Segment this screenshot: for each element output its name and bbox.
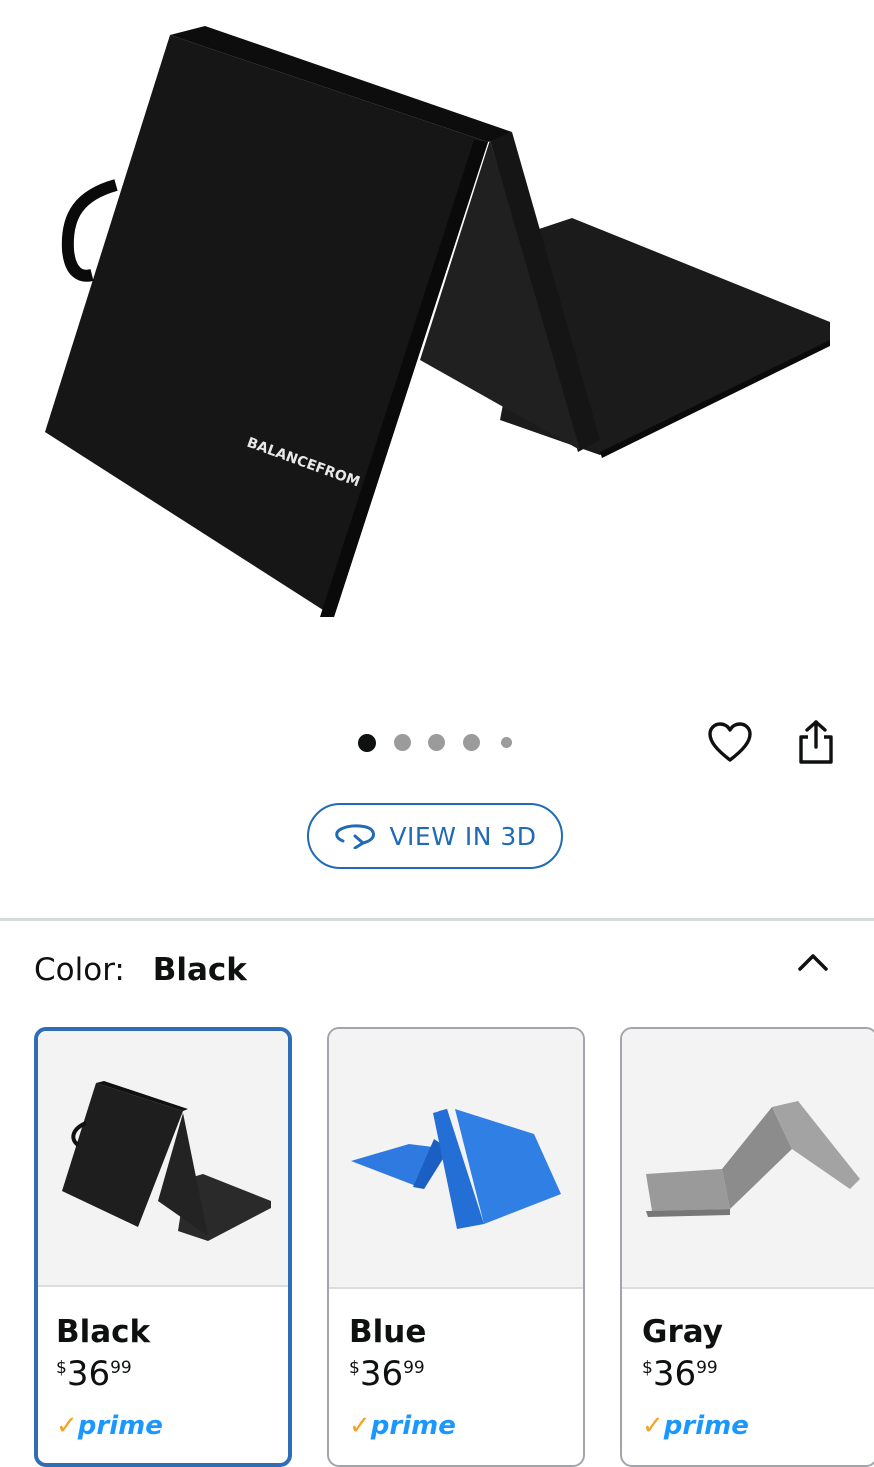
- swatch-image: [622, 1029, 874, 1289]
- page-dot[interactable]: [394, 734, 411, 751]
- color-swatch-gray[interactable]: Gray $3699 ✓prime: [620, 1027, 874, 1467]
- swatch-price: $3699: [642, 1354, 718, 1394]
- page-dot[interactable]: [463, 734, 480, 751]
- favorite-button[interactable]: [704, 716, 756, 768]
- image-pagination[interactable]: [355, 733, 525, 752]
- rotate-3d-icon: [335, 824, 376, 849]
- swatch-name: Black: [56, 1314, 151, 1350]
- product-image[interactable]: BALANCEFROM: [0, 0, 874, 700]
- view-in-3d-button[interactable]: VIEW IN 3D: [307, 803, 563, 869]
- prime-badge: ✓prime: [642, 1411, 749, 1441]
- swatch-price: $3699: [56, 1354, 132, 1394]
- swatch-image: [38, 1031, 288, 1287]
- color-swatch-black[interactable]: Black $3699 ✓prime: [34, 1027, 292, 1467]
- page-dot[interactable]: [428, 734, 445, 751]
- heart-icon: [708, 722, 752, 762]
- prime-badge: ✓prime: [349, 1411, 456, 1441]
- share-icon: [799, 720, 833, 764]
- selected-color: Black: [152, 952, 247, 988]
- color-selector-header: Color: Black: [34, 952, 247, 988]
- section-divider: [0, 918, 874, 921]
- page-dot[interactable]: [501, 737, 512, 748]
- page-dot[interactable]: [358, 734, 376, 752]
- color-label: Color:: [34, 952, 125, 988]
- swatch-price: $3699: [349, 1354, 425, 1394]
- prime-badge: ✓prime: [56, 1411, 163, 1441]
- swatch-image: [329, 1029, 583, 1289]
- view-in-3d-label: VIEW IN 3D: [389, 821, 537, 851]
- swatch-name: Gray: [642, 1314, 723, 1350]
- swatch-name: Blue: [349, 1314, 427, 1350]
- share-button[interactable]: [790, 716, 842, 768]
- mat-illustration: BALANCEFROM: [45, 26, 830, 617]
- chevron-up-icon[interactable]: [796, 947, 830, 977]
- color-swatch-blue[interactable]: Blue $3699 ✓prime: [327, 1027, 585, 1467]
